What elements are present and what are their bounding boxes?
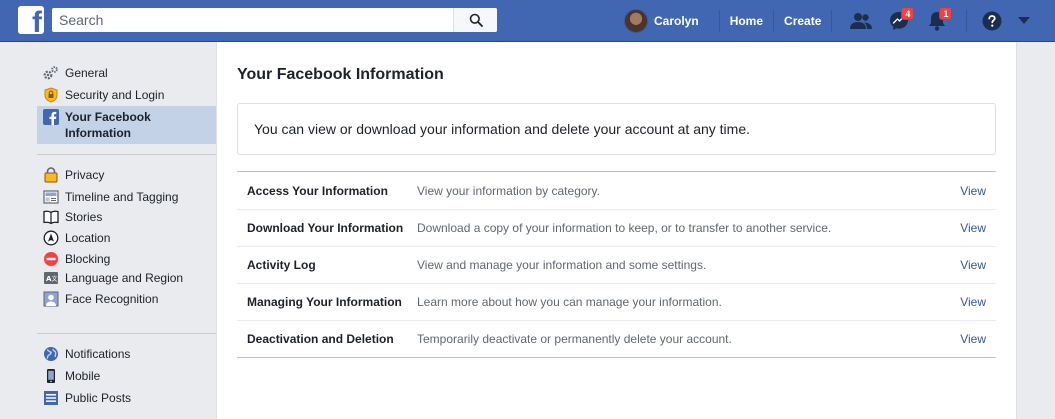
sidebar-group-notifications: Notifications Mobile Public Posts: [37, 345, 216, 409]
mobile-icon: [43, 368, 59, 384]
sidebar-item-label: Notifications: [65, 347, 131, 361]
notifications-button[interactable]: 1: [918, 0, 956, 42]
help-icon: [982, 11, 1002, 31]
nav-divider: [966, 10, 968, 32]
messages-badge: 4: [901, 7, 915, 20]
view-link[interactable]: View: [946, 258, 996, 272]
search-button[interactable]: [453, 8, 497, 32]
row-title: Deactivation and Deletion: [247, 332, 394, 346]
table-row: Download Your Information Download a cop…: [237, 209, 996, 246]
nav-divider: [773, 10, 775, 32]
search-input[interactable]: [52, 8, 452, 32]
sidebar-item-public-posts[interactable]: Public Posts: [37, 387, 216, 409]
profile-link[interactable]: Carolyn: [624, 0, 709, 42]
avatar: [624, 9, 648, 33]
view-link[interactable]: View: [946, 221, 996, 235]
search-box: [52, 8, 497, 32]
sidebar-item-mobile[interactable]: Mobile: [37, 365, 216, 387]
face-icon: [43, 291, 59, 307]
sidebar-item-label: General: [65, 66, 108, 80]
notifications-badge: 1: [939, 7, 953, 20]
sidebar-item-blocking[interactable]: Blocking: [37, 247, 216, 268]
table-row: Managing Your Information Learn more abo…: [237, 283, 996, 320]
sidebar-divider: [37, 154, 216, 155]
search-icon: [469, 13, 483, 27]
messages-button[interactable]: 4: [880, 0, 918, 42]
view-link[interactable]: View: [946, 184, 996, 198]
facebook-icon: [43, 109, 59, 125]
sidebar-item-label: Privacy: [65, 168, 105, 182]
table-row: Access Your Information View your inform…: [237, 172, 996, 209]
sidebar-item-location[interactable]: Location: [37, 226, 216, 247]
shield-icon: [43, 87, 59, 103]
sidebar-item-label: Public Posts: [65, 391, 132, 405]
facebook-logo-icon[interactable]: f: [18, 6, 44, 34]
sidebar-item-label: Stories: [65, 210, 103, 224]
sidebar-item-label: Language and Region: [65, 271, 184, 285]
sidebar-item-general[interactable]: General: [37, 62, 216, 84]
friend-requests-button[interactable]: [842, 0, 880, 42]
sidebar-item-label: Timeline and Tagging: [65, 190, 179, 204]
nav-divider: [831, 10, 833, 32]
gear-icon: [43, 65, 59, 81]
sidebar-divider: [37, 333, 216, 334]
sidebar-group-account: General Security and Login Your Facebook…: [37, 62, 216, 144]
table-row: Deactivation and Deletion Temporarily de…: [237, 320, 996, 357]
row-title: Access Your Information: [247, 183, 388, 198]
home-link[interactable]: Home: [730, 14, 763, 28]
location-icon: [43, 230, 59, 246]
sidebar-item-security[interactable]: Security and Login: [37, 84, 216, 106]
sidebar-item-notifications[interactable]: Notifications: [37, 345, 216, 365]
row-description: View your information by category.: [417, 183, 600, 198]
profile-name: Carolyn: [654, 14, 699, 28]
book-icon: [43, 209, 59, 225]
friends-icon: [850, 13, 873, 29]
language-icon: A文: [43, 270, 59, 286]
row-description: Temporarily deactivate or permanently de…: [417, 332, 732, 346]
sidebar-item-timeline-and-tagging[interactable]: Timeline and Tagging: [37, 184, 216, 206]
sidebar-item-privacy[interactable]: Privacy: [37, 166, 216, 184]
main-content: Your Facebook Information You can view o…: [216, 42, 1017, 419]
lock-icon: [43, 167, 59, 183]
sidebar-item-label: Location: [65, 231, 111, 245]
sidebar-item-face-recognition[interactable]: Face Recognition: [37, 287, 216, 308]
globe-icon: [43, 346, 59, 362]
sidebar-item-stories[interactable]: Stories: [37, 206, 216, 226]
sidebar-item-label: Your Facebook Information: [65, 110, 151, 140]
table-row: Activity Log View and manage your inform…: [237, 246, 996, 283]
help-button[interactable]: [977, 0, 1007, 42]
rss-icon: [43, 390, 59, 406]
sidebar-item-label: Blocking: [65, 252, 111, 266]
logo-letter: f: [32, 6, 42, 35]
info-box: You can view or download your informatio…: [237, 103, 996, 155]
settings-sidebar: General Security and Login Your Facebook…: [0, 42, 216, 419]
view-link[interactable]: View: [946, 295, 996, 309]
svg-text:文: 文: [52, 275, 58, 283]
row-description: View and manage your information and som…: [417, 258, 707, 272]
view-link[interactable]: View: [946, 332, 996, 346]
account-menu-button[interactable]: [1007, 0, 1041, 42]
sidebar-item-label: Security and Login: [65, 88, 165, 102]
row-title: Download Your Information: [247, 221, 404, 235]
top-navigation-bar: f Carolyn Home Create 4 1: [0, 0, 1055, 42]
nav-divider: [718, 10, 720, 32]
sidebar-item-label: Face Recognition: [65, 292, 159, 306]
sidebar-item-language-and-region[interactable]: A文 Language and Region: [37, 268, 216, 287]
timeline-icon: [43, 189, 59, 205]
row-title: Managing Your Information: [247, 295, 402, 309]
caret-down-icon: [1018, 17, 1031, 24]
block-icon: [43, 251, 59, 267]
row-title: Activity Log: [247, 258, 316, 272]
settings-table: Access Your Information View your inform…: [237, 171, 996, 358]
create-link[interactable]: Create: [784, 14, 821, 28]
sidebar-group-privacy: Privacy Timeline and Tagging Stories Loc…: [37, 166, 216, 308]
nav-right: Carolyn Home Create 4 1: [624, 0, 1041, 42]
row-description: Learn more about how you can manage your…: [417, 295, 722, 309]
sidebar-item-label: Mobile: [65, 369, 101, 383]
row-description: Download a copy of your information to k…: [417, 221, 832, 235]
sidebar-item-your-facebook-information[interactable]: Your Facebook Information: [37, 106, 216, 144]
page-title: Your Facebook Information: [237, 66, 444, 83]
